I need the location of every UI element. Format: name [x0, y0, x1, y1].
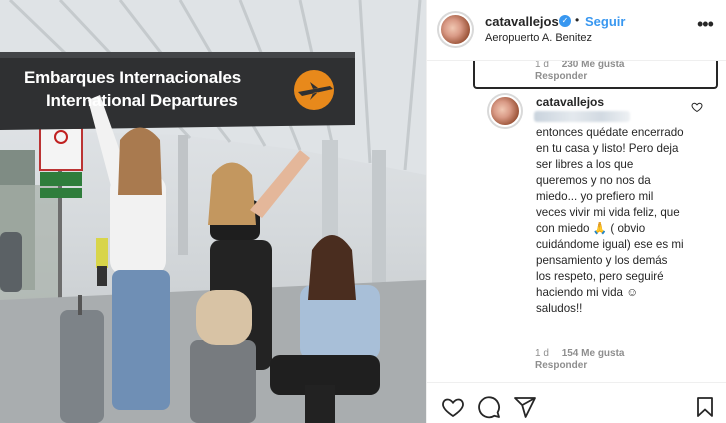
post-photo[interactable]: Embarques Internacionales International … [0, 0, 426, 423]
comment-avatar[interactable] [487, 93, 523, 129]
more-options-icon[interactable]: ••• [697, 15, 715, 39]
save-icon[interactable] [693, 395, 717, 419]
previous-comment-time: 1 d [535, 61, 549, 70]
like-icon[interactable] [441, 395, 465, 419]
author-avatar[interactable] [437, 11, 474, 48]
author-username[interactable]: catavallejos [485, 14, 559, 29]
comment-username[interactable]: catavallejos [536, 95, 604, 109]
header-separator: • [575, 13, 580, 27]
action-bar [427, 382, 726, 423]
comment-text: entonces quédate encerrado en tu casa y … [536, 126, 687, 315]
comment-meta: 1 d 154 Me gusta [535, 348, 625, 359]
comment-like-icon[interactable] [691, 101, 703, 113]
post-side-panel: catavallejos ✓ • Seguir Aeropuerto A. Be… [426, 0, 726, 423]
airport-scene [0, 0, 426, 423]
comment-icon[interactable] [477, 395, 501, 419]
blurred-mention [534, 111, 630, 122]
share-icon[interactable] [513, 395, 537, 419]
comment-likes[interactable]: 154 Me gusta [562, 348, 625, 359]
previous-comment-meta: 1 d 230 Me gusta [535, 61, 625, 70]
follow-button[interactable]: Seguir [585, 14, 625, 29]
previous-comment-likes[interactable]: 230 Me gusta [562, 61, 625, 70]
post-header: catavallejos ✓ • Seguir Aeropuerto A. Be… [427, 0, 726, 61]
sign-english-text: International Departures [46, 91, 238, 110]
verified-badge-icon: ✓ [559, 15, 571, 27]
post-location[interactable]: Aeropuerto A. Benitez [485, 32, 592, 44]
previous-comment-reply-button[interactable]: Responder [535, 71, 587, 82]
comment-reply-button[interactable]: Responder [535, 360, 587, 371]
comments-list[interactable]: 1 d 230 Me gusta Responder catavallejos … [427, 61, 726, 382]
comment-time: 1 d [535, 348, 549, 359]
sign-spanish-text: Embarques Internacionales [24, 68, 242, 87]
